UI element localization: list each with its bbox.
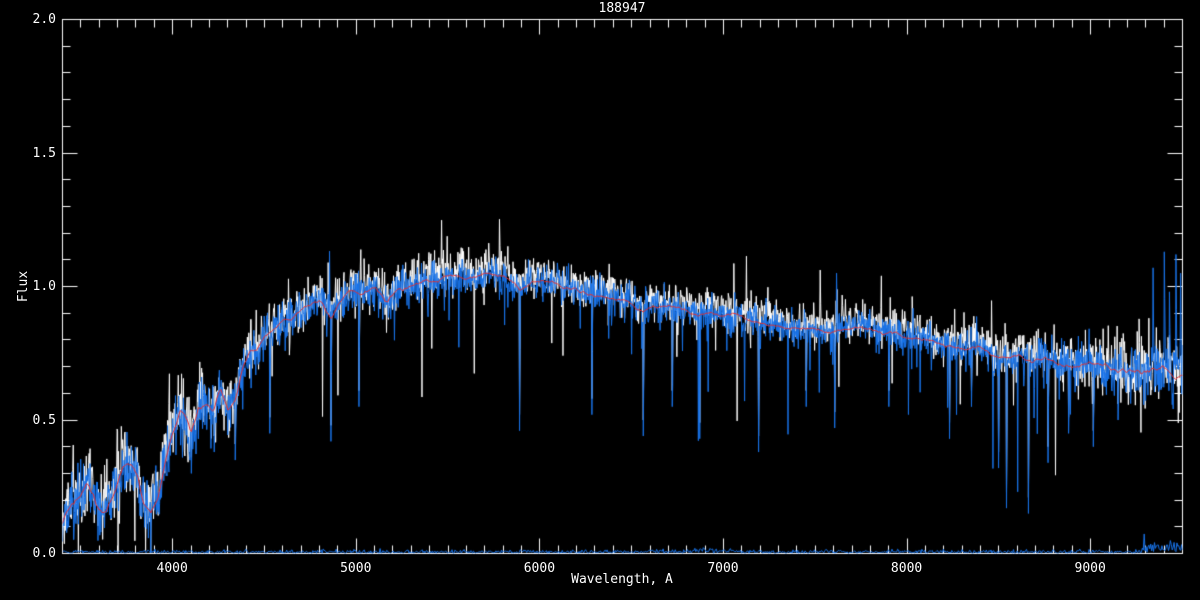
- x-tick-label: 5000: [332, 562, 380, 575]
- x-tick-label: 8000: [883, 562, 931, 575]
- y-tick-label: 1.5: [26, 147, 56, 160]
- plot-title: 188947: [62, 2, 1182, 15]
- y-tick-label: 2.0: [26, 13, 56, 26]
- y-tick-label: 0.5: [26, 414, 56, 427]
- x-axis-label: Wavelength, A: [62, 573, 1182, 586]
- x-tick-label: 7000: [699, 562, 747, 575]
- spectrum-plot-canvas: [0, 0, 1200, 600]
- x-tick-label: 9000: [1066, 562, 1114, 575]
- y-tick-label: 1.0: [26, 280, 56, 293]
- x-tick-label: 4000: [148, 562, 196, 575]
- spectrum-figure: 188947 Wavelength, A Flux 40005000600070…: [0, 0, 1200, 600]
- y-tick-label: 0.0: [26, 547, 56, 560]
- x-tick-label: 6000: [515, 562, 563, 575]
